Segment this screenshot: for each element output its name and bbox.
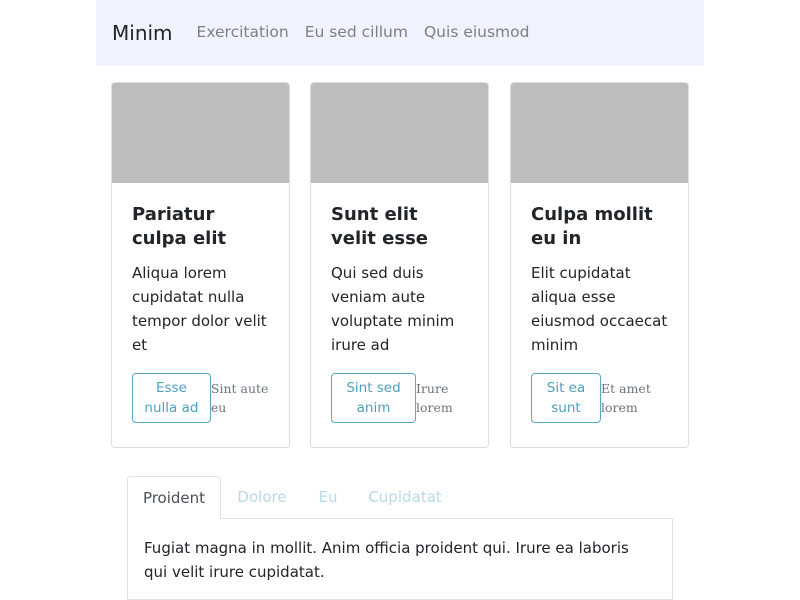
card-body: Sunt elit velit esse Qui sed duis veniam… — [311, 183, 488, 423]
tab-proident[interactable]: Proident — [127, 476, 221, 519]
card-title: Pariatur culpa elit — [132, 204, 227, 249]
page: Minim Exercitation Eu sed cillum Quis ei… — [0, 0, 800, 600]
card: Culpa mollit eu in Elit cupidatat aliqua… — [510, 82, 689, 448]
nav-link-eu-sed-cillum[interactable]: Eu sed cillum — [305, 25, 408, 41]
tab-bar: Proident Dolore Eu Cupidatat — [127, 476, 673, 519]
tab-eu[interactable]: Eu — [309, 476, 347, 519]
card-note: Irure lorem — [416, 381, 453, 415]
navbar: Minim Exercitation Eu sed cillum Quis ei… — [96, 0, 704, 66]
brand-link[interactable]: Minim — [112, 23, 173, 43]
card-button[interactable]: Sit ea sunt — [531, 373, 601, 423]
card-text: Aliqua lorem cupidatat nulla tempor dolo… — [132, 264, 267, 354]
card-image-placeholder — [112, 83, 289, 183]
card-button[interactable]: Sint sed anim — [331, 373, 416, 423]
card-body: Culpa mollit eu in Elit cupidatat aliqua… — [511, 183, 688, 423]
card-image-placeholder — [311, 83, 488, 183]
card-note: Et amet lorem — [601, 381, 651, 415]
card-body: Pariatur culpa elit Aliqua lorem cupidat… — [112, 183, 289, 423]
card-title: Sunt elit velit esse — [331, 204, 428, 249]
card-note: Sint aute eu — [210, 381, 269, 415]
card-actions: Sit ea sunt Et amet lorem — [531, 373, 668, 423]
tab-dolore[interactable]: Dolore — [227, 476, 297, 519]
card-image-placeholder — [511, 83, 688, 183]
card-title: Culpa mollit eu in — [531, 204, 653, 249]
card-button[interactable]: Esse nulla ad — [132, 373, 211, 423]
card-text: Qui sed duis veniam aute voluptate minim… — [331, 264, 455, 354]
card-actions: Esse nulla ad Sint aute eu — [132, 373, 269, 423]
card: Pariatur culpa elit Aliqua lorem cupidat… — [111, 82, 290, 448]
card: Sunt elit velit esse Qui sed duis veniam… — [310, 82, 489, 448]
nav-link-exercitation[interactable]: Exercitation — [197, 25, 289, 41]
tab-panel: Fugiat magna in mollit. Anim officia pro… — [127, 518, 673, 600]
card-text: Elit cupidatat aliqua esse eiusmod occae… — [531, 264, 668, 354]
tab-cupidatat[interactable]: Cupidatat — [361, 476, 449, 519]
nav-link-quis-eiusmod[interactable]: Quis eiusmod — [424, 25, 530, 41]
card-actions: Sint sed anim Irure lorem — [331, 373, 468, 423]
